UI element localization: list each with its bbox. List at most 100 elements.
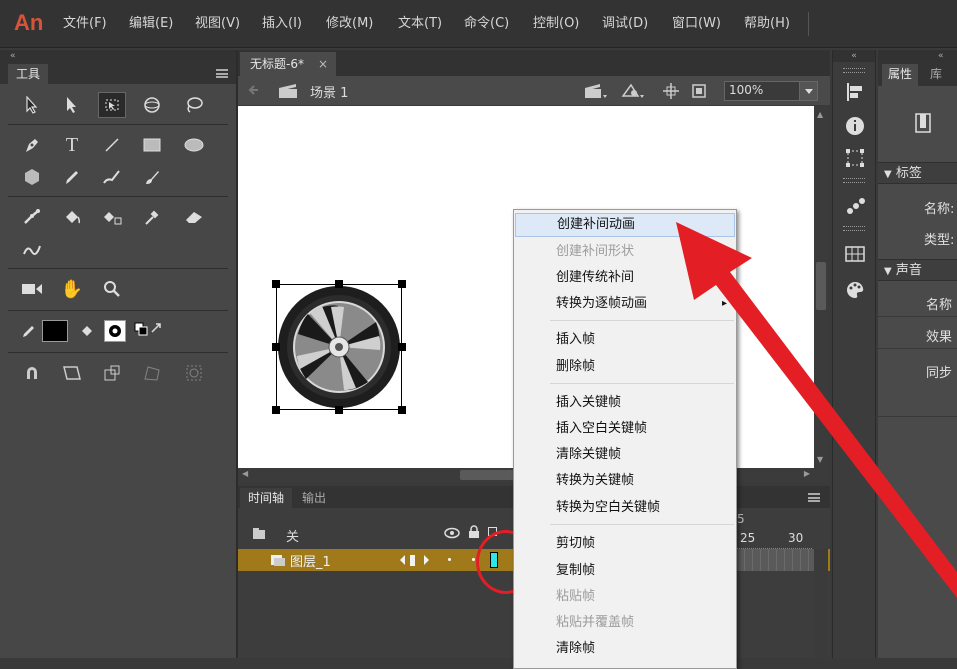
- transform-handle[interactable]: [272, 280, 280, 288]
- zoom-dropdown-icon[interactable]: [799, 82, 817, 100]
- menu-item-cut-frames[interactable]: 剪切帧: [515, 532, 735, 556]
- menu-item-insert-blank-keyframe[interactable]: 插入空白关键帧: [515, 417, 735, 441]
- menu-item-clear-frames[interactable]: 清除帧: [515, 637, 735, 661]
- color-palette-icon[interactable]: [845, 280, 865, 304]
- menu-item-clear-keyframe[interactable]: 清除关键帧: [515, 443, 735, 467]
- timeline-vscroll[interactable]: [814, 549, 828, 658]
- snap-magnet-icon[interactable]: [18, 360, 46, 386]
- menu-item-remove-frames[interactable]: 删除帧: [515, 355, 735, 379]
- menu-command[interactable]: 命令(C): [464, 14, 509, 34]
- menu-item-create-classic-tween[interactable]: 创建传统补间: [515, 266, 735, 290]
- lasso-tool-icon[interactable]: [180, 92, 208, 118]
- menu-file[interactable]: 文件(F): [63, 14, 107, 34]
- swatches-icon[interactable]: [845, 246, 865, 266]
- skew-icon[interactable]: [58, 360, 86, 386]
- stage-vertical-scrollbar[interactable]: ▲ ▼: [814, 106, 828, 468]
- scroll-up-icon[interactable]: ▲: [817, 110, 823, 119]
- document-tab[interactable]: 无标题-6* ×: [240, 52, 336, 76]
- motion-presets-icon[interactable]: [845, 196, 867, 220]
- oval-tool-icon[interactable]: [180, 132, 208, 158]
- transform-handle[interactable]: [272, 343, 280, 351]
- fill-color-swatch[interactable]: [104, 320, 126, 342]
- text-tool-icon[interactable]: T: [58, 132, 86, 158]
- line-tool-icon[interactable]: [98, 132, 126, 158]
- menu-control[interactable]: 控制(O): [533, 14, 579, 34]
- menu-item-convert-to-keyframes[interactable]: 转换为关键帧: [515, 469, 735, 493]
- tab-library[interactable]: 库: [924, 64, 948, 84]
- collapse-strip[interactable]: «: [0, 50, 236, 62]
- zoom-select[interactable]: 100%: [724, 81, 818, 101]
- transform-handle[interactable]: [272, 406, 280, 414]
- menu-modify[interactable]: 修改(M): [326, 14, 373, 34]
- edit-scene-icon[interactable]: [584, 82, 608, 104]
- menu-edit[interactable]: 编辑(E): [129, 14, 173, 34]
- scroll-right-icon[interactable]: ▶: [804, 469, 810, 478]
- ink-bottle-tool-icon[interactable]: [98, 204, 126, 230]
- edit-symbols-icon[interactable]: [620, 82, 646, 104]
- pen-tool-icon[interactable]: [18, 132, 46, 158]
- menu-text[interactable]: 文本(T): [398, 14, 442, 34]
- transform-handle[interactable]: [398, 280, 406, 288]
- scene-label[interactable]: 场景 1: [310, 82, 348, 101]
- layer-name[interactable]: 图层_1: [290, 551, 331, 570]
- pencil-tool-icon[interactable]: [58, 164, 86, 190]
- visibility-dot[interactable]: [448, 558, 451, 561]
- menu-insert[interactable]: 插入(I): [262, 14, 302, 34]
- menu-item-copy-frames[interactable]: 复制帧: [515, 559, 735, 583]
- zoom-tool-icon[interactable]: [98, 276, 126, 302]
- menu-window[interactable]: 窗口(W): [672, 14, 721, 34]
- transform-handle[interactable]: [398, 406, 406, 414]
- transform-handle[interactable]: [335, 406, 343, 414]
- tab-timeline[interactable]: 时间轴: [240, 488, 293, 508]
- tab-properties[interactable]: 属性: [882, 64, 919, 86]
- bone-tool-icon[interactable]: [18, 204, 46, 230]
- close-tab-icon[interactable]: ×: [318, 52, 328, 76]
- wheel-image[interactable]: [276, 284, 402, 410]
- grip-icon[interactable]: [843, 178, 865, 183]
- collapse-strip[interactable]: «: [878, 50, 957, 62]
- tab-output[interactable]: 输出: [294, 488, 334, 508]
- transform-handle[interactable]: [398, 343, 406, 351]
- clip-stage-icon[interactable]: [690, 82, 708, 104]
- polystar-tool-icon[interactable]: [18, 164, 46, 190]
- free-transform-tool-icon[interactable]: [98, 92, 126, 118]
- hand-tool-icon[interactable]: ✋: [58, 276, 86, 302]
- transform-handle[interactable]: [335, 280, 343, 288]
- menu-help[interactable]: 帮助(H): [744, 14, 790, 34]
- menu-item-create-motion-tween[interactable]: 创建补间动画: [515, 213, 735, 237]
- scroll-thumb[interactable]: [816, 262, 826, 310]
- menu-item-convert-frame-by-frame[interactable]: 转换为逐帧动画 ▸: [515, 292, 735, 316]
- panel-menu-icon[interactable]: [216, 69, 228, 78]
- scale-icon[interactable]: [98, 360, 126, 386]
- menu-item-insert-frame[interactable]: 插入帧: [515, 328, 735, 352]
- paint-brush-tool-icon[interactable]: [98, 164, 126, 190]
- collapse-strip[interactable]: «: [833, 50, 875, 62]
- transform-panel-icon[interactable]: [845, 148, 865, 172]
- pen-edit-icon[interactable]: [398, 553, 430, 571]
- menu-view[interactable]: 视图(V): [195, 14, 240, 34]
- center-stage-icon[interactable]: [662, 82, 680, 104]
- align-icon[interactable]: [845, 82, 865, 106]
- eyedropper-tool-icon[interactable]: [138, 204, 166, 230]
- menu-debug[interactable]: 调试(D): [602, 14, 648, 34]
- width-tool-icon[interactable]: [18, 236, 46, 262]
- section-label-header[interactable]: ▼ 标签: [878, 162, 957, 184]
- menu-item-convert-to-blank-keyframes[interactable]: 转换为空白关键帧: [515, 496, 735, 520]
- scroll-left-icon[interactable]: ◀: [242, 469, 248, 478]
- camera-tool-icon[interactable]: [18, 276, 46, 302]
- brush-tool-icon[interactable]: [138, 164, 166, 190]
- subselection-tool-icon[interactable]: [58, 92, 86, 118]
- frame-cells[interactable]: [736, 549, 814, 571]
- visibility-eye-icon[interactable]: [444, 527, 460, 543]
- paint-bucket-tool-icon[interactable]: [58, 204, 86, 230]
- menu-item-insert-keyframe[interactable]: 插入关键帧: [515, 391, 735, 415]
- swap-colors-icon[interactable]: [134, 320, 170, 338]
- stroke-color-swatch[interactable]: [42, 320, 68, 342]
- timeline-menu-icon[interactable]: [808, 493, 820, 502]
- selection-tool-icon[interactable]: [18, 92, 46, 118]
- info-icon[interactable]: [845, 116, 865, 140]
- grip-icon[interactable]: [843, 226, 865, 231]
- lock-dot[interactable]: [472, 558, 475, 561]
- tab-tools[interactable]: 工具: [8, 64, 48, 84]
- back-arrow-icon[interactable]: [246, 82, 262, 102]
